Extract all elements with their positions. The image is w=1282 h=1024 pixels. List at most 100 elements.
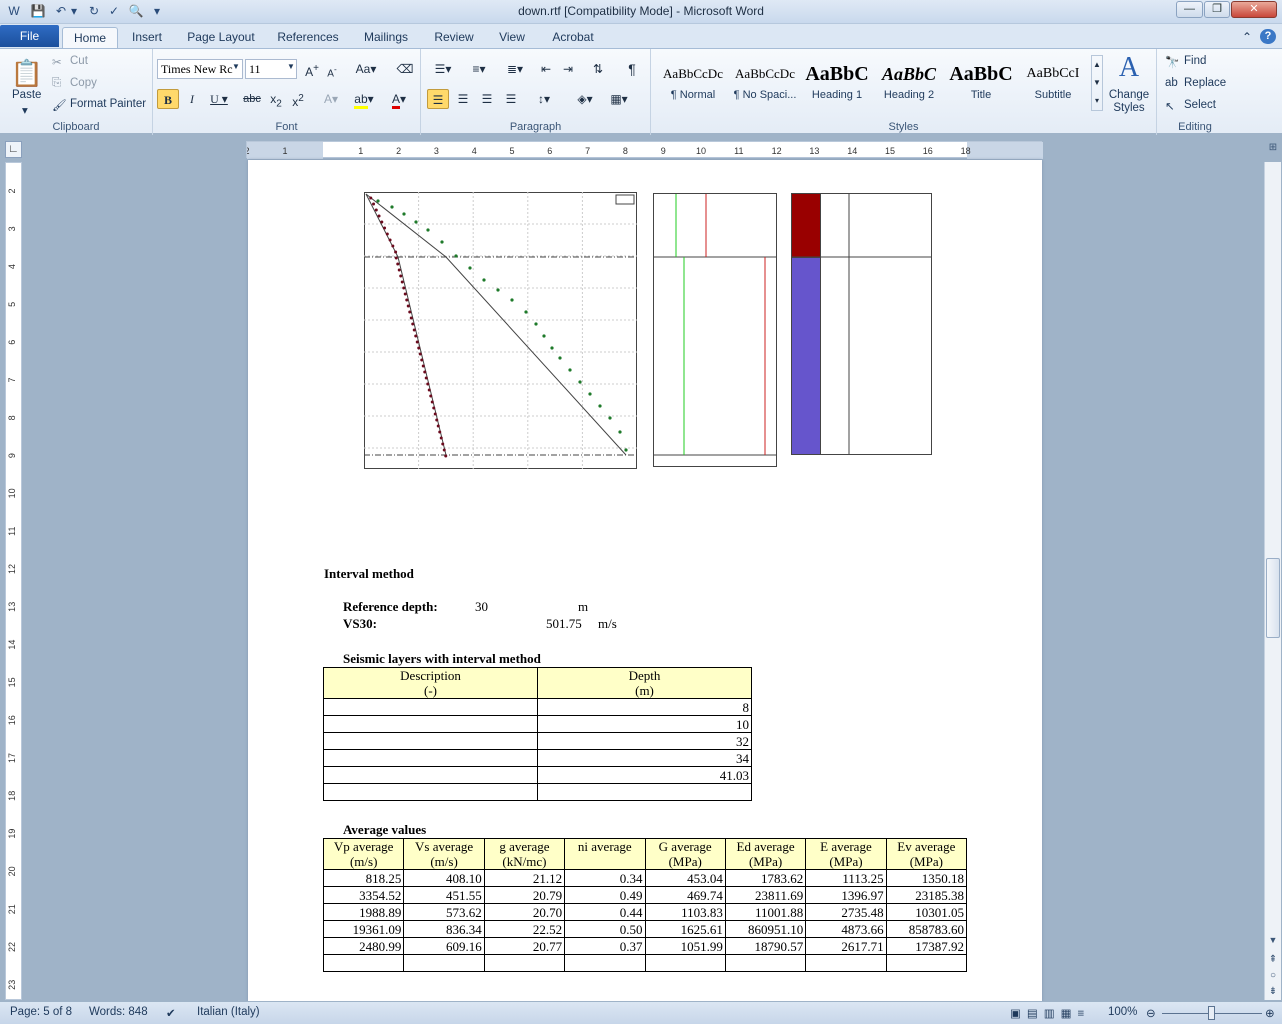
zoom-out-icon[interactable]: ⊖ [1146, 1006, 1156, 1020]
font-color-icon[interactable]: A▾ [387, 89, 411, 109]
highlight-color-icon[interactable]: ab▾ [351, 89, 377, 109]
line-spacing-icon[interactable]: ↕▾ [531, 89, 557, 109]
table-cell[interactable]: 20.79 [483, 886, 566, 904]
minimize-ribbon-icon[interactable]: ⌃ [1240, 27, 1254, 48]
paste-icon[interactable]: 📋 [8, 53, 46, 93]
select-button[interactable]: Select [1184, 99, 1216, 111]
browse-object-icon[interactable]: ⇞ ○ ⇟ [1266, 952, 1280, 1000]
grow-font-icon[interactable]: A+ [303, 59, 321, 79]
table-cell[interactable]: 1051.99 [644, 937, 726, 955]
find-button[interactable]: Find [1184, 55, 1206, 67]
change-styles-button[interactable]: Change Styles [1107, 89, 1151, 115]
change-case-button[interactable]: Aa▾ [354, 59, 378, 79]
table-cell[interactable] [644, 954, 726, 972]
table-cell[interactable] [537, 783, 752, 801]
align-right-icon[interactable]: ☰ [477, 89, 497, 109]
table-cell[interactable]: 11001.88 [724, 903, 807, 921]
table-cell[interactable]: 2480.99 [322, 937, 405, 955]
align-left-icon[interactable]: ☰ [427, 89, 449, 109]
word-count[interactable]: Words: 848 [89, 1006, 148, 1018]
table-cell[interactable]: 573.62 [403, 903, 485, 921]
horizontal-ruler[interactable]: 211234567891011121314151618 [244, 141, 1043, 159]
table-cell[interactable]: 1988.89 [322, 903, 405, 921]
table-cell[interactable]: 8 [537, 698, 752, 716]
style-no-spacing[interactable]: AaBbCcDc ¶ No Spaci... [729, 57, 801, 112]
table-cell[interactable]: 408.10 [403, 869, 485, 887]
table-cell[interactable] [483, 954, 566, 972]
shading-icon[interactable]: ◈▾ [571, 89, 599, 109]
proofing-icon[interactable]: ✔ [166, 1006, 176, 1020]
tab-acrobat[interactable]: Acrobat [544, 27, 602, 48]
view-buttons-icon[interactable]: ▣▤▥▦≡ [1010, 1006, 1090, 1020]
table-cell[interactable]: 21.12 [483, 869, 566, 887]
table-cell[interactable] [323, 766, 538, 784]
layers-table[interactable]: Description (-) Depth (m) 8 10 32 34 41.03 [323, 667, 752, 801]
table-cell[interactable]: 4873.66 [805, 920, 887, 938]
view-ruler-icon[interactable]: ⊞ [1266, 142, 1280, 158]
table-cell[interactable] [323, 749, 538, 767]
table-cell[interactable]: 0.49 [564, 886, 646, 904]
page-count[interactable]: Page: 5 of 8 [10, 1006, 72, 1018]
style-title[interactable]: AaBbC Title [945, 57, 1017, 112]
replace-button[interactable]: Replace [1184, 77, 1226, 89]
table-cell[interactable]: 18790.57 [724, 937, 807, 955]
copy-button[interactable]: Copy [70, 77, 97, 89]
table-cell[interactable]: 23185.38 [885, 886, 968, 904]
tab-mailings[interactable]: Mailings [356, 27, 416, 48]
sort-icon[interactable]: ⇅ [589, 59, 607, 79]
table-cell[interactable]: 469.74 [644, 886, 726, 904]
table-cell[interactable] [322, 954, 405, 972]
document-page[interactable]: Interval method Reference depth: 30 m VS… [248, 160, 1042, 1002]
table-cell[interactable] [323, 698, 538, 716]
average-values-table[interactable]: Vp average (m/s) Vs average (m/s) g average(… [322, 838, 968, 972]
bullets-icon[interactable]: ☰▾ [429, 59, 457, 79]
table-cell[interactable]: 1783.62 [724, 869, 807, 887]
vertical-ruler[interactable]: 2 3 4 5 6 7 8 9 10 11 12 13 14 15 16 17 18 19 20 21 22 23 [5, 162, 22, 1000]
table-cell[interactable] [323, 783, 538, 801]
table-cell[interactable]: 1396.97 [805, 886, 887, 904]
maximize-button[interactable]: ❐ [1204, 1, 1230, 18]
table-cell[interactable]: 20.77 [483, 937, 566, 955]
justify-icon[interactable]: ☰ [501, 89, 521, 109]
style-subtitle[interactable]: AaBbCcI Subtitle [1017, 57, 1089, 112]
table-cell[interactable]: 19361.09 [322, 920, 405, 938]
borders-icon[interactable]: ▦▾ [605, 89, 633, 109]
table-cell[interactable] [724, 954, 807, 972]
table-cell[interactable]: 2617.71 [805, 937, 887, 955]
font-name-dropdown-icon[interactable]: ▼ [232, 62, 240, 71]
language-indicator[interactable]: Italian (Italy) [197, 1006, 260, 1018]
subscript-icon[interactable]: x2 [267, 89, 285, 109]
minimize-button[interactable]: — [1176, 1, 1203, 18]
zoom-level[interactable]: 100% [1108, 1006, 1137, 1018]
style-heading-1[interactable]: AaBbC Heading 1 [801, 57, 873, 112]
style-heading-2[interactable]: AaBbC Heading 2 [873, 57, 945, 112]
tab-view[interactable]: View [492, 27, 532, 48]
table-cell[interactable]: 34 [537, 749, 752, 767]
decrease-indent-icon[interactable]: ⇤ [537, 59, 555, 79]
table-cell[interactable]: 860951.10 [724, 920, 807, 938]
table-cell[interactable]: 41.03 [537, 766, 752, 784]
table-cell[interactable]: 0.44 [564, 903, 646, 921]
table-cell[interactable]: 836.34 [403, 920, 485, 938]
table-cell[interactable]: 1350.18 [885, 869, 968, 887]
shrink-font-icon[interactable]: A- [323, 59, 341, 79]
table-cell[interactable]: 0.37 [564, 937, 646, 955]
italic-button[interactable]: I [183, 89, 201, 109]
table-cell[interactable]: 10 [537, 715, 752, 733]
tab-home[interactable]: Home [62, 27, 118, 48]
table-cell[interactable]: 0.50 [564, 920, 646, 938]
tab-references[interactable]: References [272, 27, 344, 48]
table-cell[interactable]: 609.16 [403, 937, 485, 955]
style-normal[interactable]: AaBbCcDc ¶ Normal [657, 57, 729, 112]
table-cell[interactable]: 23811.69 [724, 886, 807, 904]
strikethrough-icon[interactable]: abc [241, 89, 263, 109]
styles-scroll-icon[interactable]: ▲ ▼ ▾ [1091, 55, 1103, 111]
font-size-dropdown-icon[interactable]: ▼ [287, 62, 295, 71]
paste-button[interactable]: Paste [12, 89, 41, 101]
font-name-combo[interactable]: Times New Rc [157, 59, 243, 79]
table-cell[interactable]: 0.34 [564, 869, 646, 887]
zoom-in-icon[interactable]: ⊕ [1265, 1006, 1275, 1020]
table-cell[interactable] [885, 954, 968, 972]
table-cell[interactable]: 17387.92 [885, 937, 968, 955]
increase-indent-icon[interactable]: ⇥ [559, 59, 577, 79]
